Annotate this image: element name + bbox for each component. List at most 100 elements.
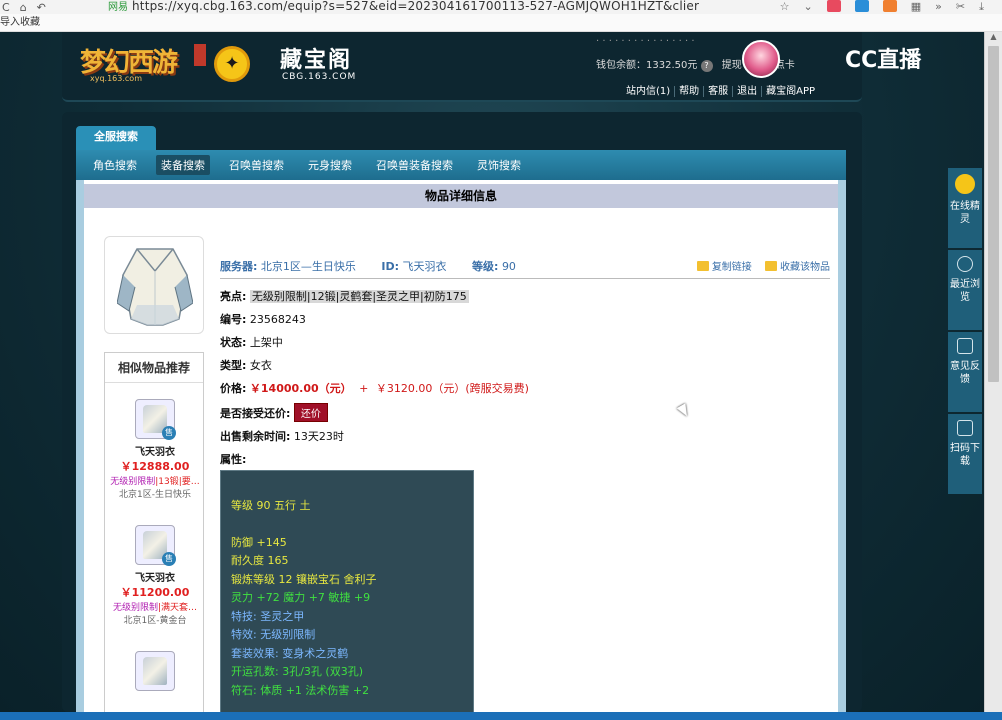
similar-thumb[interactable]: 售: [135, 399, 176, 440]
address-bar[interactable]: 网易 https://xyq.cbg.163.com/equip?s=527&e…: [108, 0, 699, 13]
qr-scan-icon: [957, 420, 973, 436]
cbg-coin-icon: ✦: [214, 46, 250, 82]
tab-yuanshen-search[interactable]: 元身搜索: [303, 155, 357, 175]
fee-value: ￥3120.00（元）(跨服交易费): [375, 382, 529, 395]
logout-link[interactable]: 退出: [733, 86, 763, 97]
type-row: 类型: 女衣: [220, 359, 272, 372]
header-links: 站内信(1) 帮助 客服 退出 藏宝阁APP: [622, 82, 819, 97]
site-header: 梦幻西游 xyq.163.com ✦ 藏宝阁 CBG.163.COM · · ·…: [62, 32, 862, 102]
level-value: 90: [501, 260, 516, 273]
server-value: 北京1区—生日快乐: [260, 260, 356, 273]
account-topline: · · · · · · · · · · · · · · · ·: [596, 36, 695, 47]
help-icon[interactable]: ?: [700, 60, 713, 72]
online-helper-button[interactable]: 在线精灵: [948, 168, 982, 248]
similar-server: 北京1区-生日快乐: [119, 490, 191, 500]
game-logo-domain: xyq.163.com: [90, 74, 142, 83]
similar-name[interactable]: 飞天羽衣: [105, 443, 205, 458]
game-logo[interactable]: 梦幻西游 xyq.163.com: [80, 42, 206, 86]
number-row: 编号: 23568243: [220, 313, 306, 326]
detail-content: 物品详细信息 相似物品推荐 售 飞天羽衣 ￥12888.00 无级别限制|13锻…: [76, 180, 846, 712]
similar-items-panel: 相似物品推荐 售 飞天羽衣 ￥12888.00 无级别限制|13锻|要… 北京1…: [104, 352, 204, 712]
number-value: 23568243: [249, 313, 306, 326]
browser-tools: ☆ ⌄ ▦ » ✂ ⤓: [780, 0, 1002, 14]
similar-thumb[interactable]: 售: [135, 525, 176, 566]
attr-holes: 开运孔数: 3孔/3孔 (双3孔): [231, 665, 363, 678]
collect-button[interactable]: 收藏该物品: [765, 261, 830, 273]
similar-tags: 无级别限制|13锻|要…: [110, 477, 200, 487]
item-info-header: 服务器: 北京1区—生日快乐 ID: 飞天羽衣 等级: 90 复制链接 收藏该物…: [220, 258, 830, 276]
help-link[interactable]: 帮助: [675, 86, 705, 97]
attr-durability: 耐久度 165: [231, 554, 289, 567]
chevron-down-icon[interactable]: ⌄: [804, 0, 813, 14]
helper-icon: [955, 174, 975, 194]
cbg-name: 藏宝阁: [280, 48, 353, 73]
attr-set-effect: 套装效果: 变身术之灵鹤: [231, 646, 349, 660]
similar-price: ￥11200.00: [120, 586, 190, 599]
attr-runes: 符石: 体质 +1 法术伤害 +2: [231, 683, 370, 697]
highlights-value: 无级别限制|12锻|灵鹤套|圣灵之甲|初防175: [249, 290, 469, 303]
divider: [220, 278, 830, 279]
bookmark-bar[interactable]: 导入收藏: [0, 14, 1002, 32]
price-value: ￥14000.00（元）: [249, 382, 352, 395]
secure-badge: 网易: [108, 2, 128, 13]
tab-equip-search[interactable]: 装备搜索: [156, 155, 210, 175]
folder-icon: [765, 261, 777, 271]
attr-special-effect: 特效: 无级别限制: [231, 628, 316, 641]
highlights-row: 亮点: 无级别限制|12锻|灵鹤套|圣灵之甲|初防175: [220, 290, 469, 303]
bargain-row: 是否接受还价: 还价: [220, 403, 328, 422]
recent-view-button[interactable]: 最近浏览: [948, 250, 982, 330]
browser-nav: C ⌂ ↶: [0, 1, 46, 14]
app-link[interactable]: 藏宝阁APP: [762, 86, 819, 97]
apps-grid-icon[interactable]: ▦: [911, 0, 921, 14]
tab-role-search[interactable]: 角色搜索: [88, 155, 142, 175]
star-icon[interactable]: ☆: [780, 0, 790, 14]
float-panel: 在线精灵 最近浏览 意见反馈 扫码下载: [948, 168, 982, 494]
main-panel: 全服搜索 角色搜索 装备搜索 召唤兽搜索 元身搜索 召唤兽装备搜索 灵饰搜索 物…: [62, 112, 862, 712]
tab-pet-equip-search[interactable]: 召唤兽装备搜索: [371, 155, 458, 175]
similar-thumb[interactable]: [135, 651, 175, 691]
scroll-up-icon[interactable]: ▲: [985, 32, 1002, 46]
withdraw-link[interactable]: 提现: [722, 60, 742, 71]
id-label: ID:: [381, 260, 400, 273]
cbg-logo[interactable]: ✦ 藏宝阁 CBG.163.COM: [214, 40, 364, 84]
similar-item[interactable]: 售 飞天羽衣 ￥12888.00 无级别限制|13锻|要… 北京1区-生日快乐: [105, 399, 205, 500]
similar-item[interactable]: [105, 651, 205, 691]
translate-icon[interactable]: [854, 0, 869, 12]
status-value: 上架中: [249, 336, 283, 349]
game-icon[interactable]: [882, 0, 897, 12]
detail-title: 物品详细信息: [84, 184, 838, 208]
page-scrollbar[interactable]: ▲: [984, 32, 1002, 712]
messages-link[interactable]: 站内信(1): [622, 86, 676, 97]
service-link[interactable]: 客服: [704, 86, 734, 97]
refresh-icon[interactable]: ↶: [37, 1, 46, 14]
id-value: 飞天羽衣: [402, 260, 447, 273]
download-icon[interactable]: ⤓: [979, 0, 984, 14]
similar-item[interactable]: 售 飞天羽衣 ￥11200.00 无级别限制|满天套… 北京1区-黄金台: [105, 525, 205, 626]
feedback-button[interactable]: 意见反馈: [948, 332, 982, 412]
avatar[interactable]: [742, 40, 780, 78]
copy-link-button[interactable]: 复制链接: [696, 261, 752, 273]
sale-badge: 售: [162, 552, 176, 566]
wallet-value: 1332.50元: [646, 60, 698, 71]
sale-badge: 售: [162, 426, 176, 440]
url-text[interactable]: https://xyq.cbg.163.com/equip?s=527&eid=…: [132, 0, 699, 13]
back-icon[interactable]: C: [2, 1, 10, 14]
more-icon[interactable]: »: [935, 0, 942, 14]
clock-icon: [957, 256, 973, 272]
server-label: 服务器:: [220, 260, 258, 273]
tab-all-server-search[interactable]: 全服搜索: [76, 126, 156, 150]
similar-tags: 无级别限制|满天套…: [112, 603, 198, 613]
robe-icon: [143, 657, 167, 685]
attr-defense: 防御 +145: [231, 535, 287, 549]
scroll-thumb[interactable]: [988, 46, 999, 382]
item-image: [104, 236, 204, 334]
bargain-button[interactable]: 还价: [293, 403, 328, 422]
scan-download-button[interactable]: 扫码下载: [948, 414, 982, 494]
tab-ornament-search[interactable]: 灵饰搜索: [472, 155, 526, 175]
similar-name[interactable]: 飞天羽衣: [105, 569, 205, 584]
tab-pet-search[interactable]: 召唤兽搜索: [224, 155, 289, 175]
home-icon[interactable]: ⌂: [20, 1, 27, 14]
scissors-icon[interactable]: ✂: [956, 0, 965, 14]
attr-level: 等级 90 五行 土: [231, 499, 311, 512]
extension-icon[interactable]: [826, 0, 841, 12]
